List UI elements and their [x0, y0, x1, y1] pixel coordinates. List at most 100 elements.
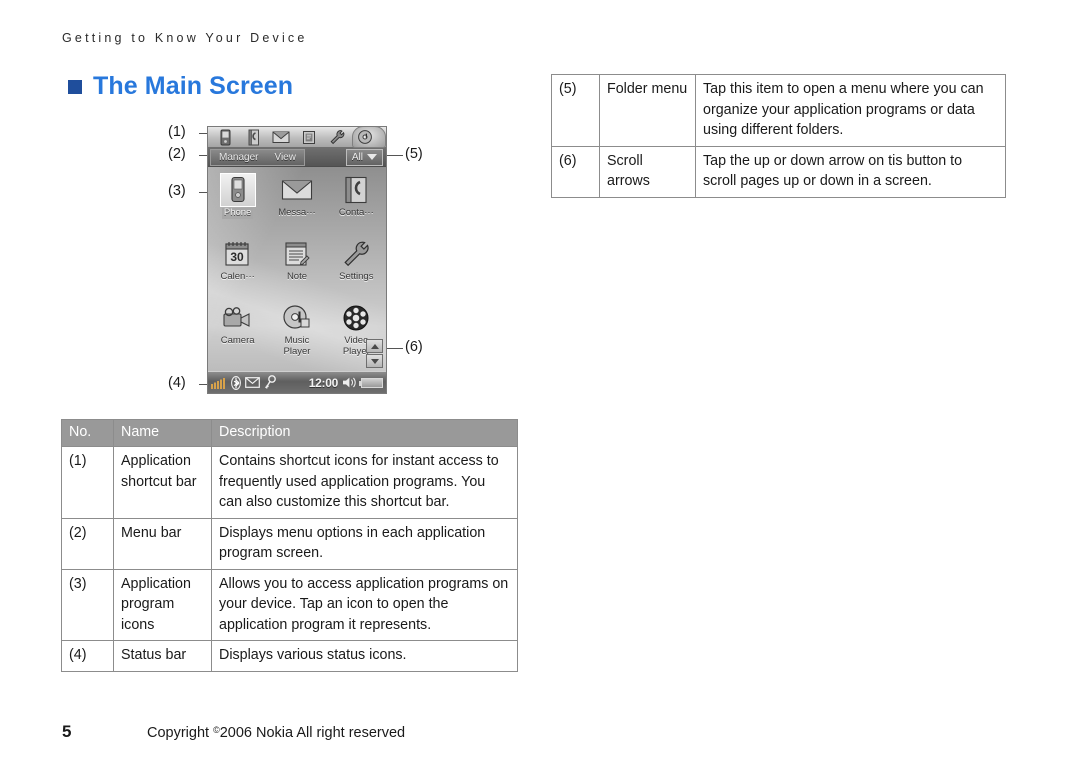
app-icon-music-player[interactable]: Music Player	[270, 301, 324, 365]
menu-bar-items: Manager View	[210, 148, 305, 166]
wrench-icon	[338, 237, 374, 271]
app-label-contacts: Conta···	[338, 207, 374, 218]
row-description: Displays menu options in each applicatio…	[211, 517, 518, 570]
row-name: Menu bar	[113, 517, 212, 570]
table-row: (6) Scroll arrows Tap the up or down arr…	[551, 145, 1006, 198]
callout-5: (5)	[405, 146, 423, 162]
menu-item-view[interactable]: View	[274, 152, 296, 163]
contacts-icon	[338, 173, 374, 207]
copyright-rest: 2006 Nokia All right reserved	[219, 725, 406, 741]
scroll-up-icon[interactable]	[366, 339, 383, 353]
app-icon-note[interactable]: Note	[270, 237, 324, 301]
app-icon-settings[interactable]: Settings	[329, 237, 383, 301]
envelope-icon	[245, 377, 260, 388]
copyright-notice: Copyright ©2006 Nokia All right reserved	[147, 725, 405, 741]
bluetooth-icon	[231, 375, 241, 390]
page-title: The Main Screen	[68, 72, 293, 101]
app-label-messaging: Messa···	[278, 207, 316, 218]
app-label-note: Note	[286, 271, 308, 282]
table-header-row: No. Name Description	[61, 419, 518, 447]
table-row: (3) Application program icons Allows you…	[61, 568, 518, 641]
page-footer: 5 Copyright ©2006 Nokia All right reserv…	[62, 722, 405, 742]
app-icon-calendar[interactable]: 30 Calen···	[211, 237, 265, 301]
phone-icon	[219, 173, 256, 207]
row-name: Application program icons	[113, 568, 212, 641]
row-name: Status bar	[113, 640, 212, 672]
row-no: (6)	[551, 145, 600, 198]
callout-2: (2)	[168, 146, 186, 162]
speaker-icon	[342, 376, 357, 389]
application-shortcut-bar[interactable]	[208, 127, 386, 148]
menu-bar[interactable]: Manager View All	[208, 148, 386, 167]
row-name: Application shortcut bar	[113, 446, 212, 519]
scroll-arrows[interactable]	[366, 339, 383, 368]
shortcut-settings-wrench-icon[interactable]	[324, 128, 350, 146]
folder-menu-label: All	[351, 151, 363, 163]
shortcut-contacts-icon[interactable]	[240, 128, 266, 146]
menu-item-manager[interactable]: Manager	[219, 152, 258, 163]
row-no: (3)	[61, 568, 114, 641]
table-row: (1) Application shortcut bar Contains sh…	[61, 446, 518, 519]
main-description-table: No. Name Description (1) Application sho…	[61, 419, 518, 672]
row-description: Displays various status icons.	[211, 640, 518, 672]
shortcut-phone-icon[interactable]	[212, 128, 238, 146]
folder-menu-button[interactable]: All	[345, 148, 383, 166]
scroll-down-icon[interactable]	[366, 354, 383, 368]
app-label-settings: Settings	[339, 271, 374, 282]
app-icon-contacts[interactable]: Conta···	[329, 173, 383, 237]
header-description: Description	[211, 419, 518, 447]
header-no: No.	[61, 419, 114, 447]
app-icon-grid: Phone Messa··· Conta··· 30 Calen··· Note…	[208, 173, 386, 365]
header-name: Name	[113, 419, 212, 447]
application-program-icons-area: Phone Messa··· Conta··· 30 Calen··· Note…	[208, 167, 386, 371]
music-disc-icon	[279, 301, 315, 335]
svg-text:30: 30	[230, 250, 244, 264]
copyright-symbol: ©	[213, 724, 220, 735]
callout-4: (4)	[168, 375, 186, 391]
film-reel-icon	[338, 301, 374, 335]
battery-icon	[359, 377, 383, 388]
page-number: 5	[62, 722, 72, 741]
row-name: Folder menu	[599, 74, 696, 147]
camera-icon	[220, 301, 256, 335]
copyright-prefix: Copyright	[147, 725, 214, 741]
callout-1: (1)	[168, 124, 186, 140]
signal-bars-icon	[211, 377, 227, 389]
running-head: Getting to Know Your Device	[62, 31, 308, 45]
notepad-icon	[279, 237, 315, 271]
heading-bullet-icon	[68, 79, 82, 94]
app-label-phone: Phone	[221, 207, 254, 219]
status-bar: 12:00	[208, 371, 386, 393]
app-label-camera: Camera	[220, 335, 255, 346]
calendar-icon: 30	[220, 237, 256, 271]
app-label-calendar: Calen···	[220, 271, 255, 282]
row-no: (1)	[61, 446, 114, 519]
row-name: Scroll arrows	[599, 145, 696, 198]
callout-6: (6)	[405, 339, 423, 355]
envelope-icon	[279, 173, 315, 207]
row-description: Tap the up or down arrow on tis button t…	[695, 145, 1006, 198]
table-row: (4) Status bar Displays various status i…	[61, 640, 518, 672]
heading-text: The Main Screen	[93, 72, 294, 100]
app-icon-messaging[interactable]: Messa···	[270, 173, 324, 237]
row-description: Tap this item to open a menu where you c…	[695, 74, 1006, 147]
app-icon-phone[interactable]: Phone	[211, 173, 265, 237]
continuation-table: (5) Folder menu Tap this item to open a …	[551, 74, 1006, 198]
app-label-music-player: Music Player	[283, 335, 311, 357]
shortcut-messaging-icon[interactable]	[268, 128, 294, 146]
chevron-down-icon	[367, 154, 377, 160]
key-icon	[264, 375, 277, 390]
callout-3: (3)	[168, 183, 186, 199]
row-no: (5)	[551, 74, 600, 147]
shortcut-notes-icon[interactable]	[296, 128, 322, 146]
row-no: (4)	[61, 640, 114, 672]
table-row: (5) Folder menu Tap this item to open a …	[551, 74, 1006, 147]
app-icon-camera[interactable]: Camera	[211, 301, 265, 365]
row-description: Allows you to access application program…	[211, 568, 518, 641]
triangle-down	[370, 358, 379, 364]
table-row: (2) Menu bar Displays menu options in ea…	[61, 517, 518, 570]
device-screenshot: Manager View All Phone Messa··· Conta···…	[207, 126, 387, 394]
triangle-up	[370, 343, 379, 349]
row-description: Contains shortcut icons for instant acce…	[211, 446, 518, 519]
shortcut-music-disc-icon[interactable]	[352, 127, 386, 148]
